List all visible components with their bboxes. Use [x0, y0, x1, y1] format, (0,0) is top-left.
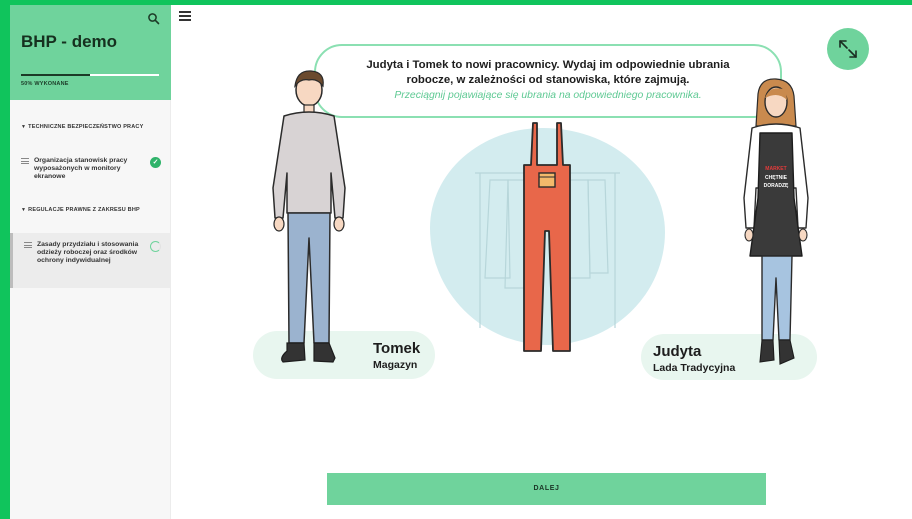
hamburger-menu-icon[interactable]: [179, 11, 191, 21]
apron-brand-text: MARKET: [765, 166, 786, 172]
worker-name-tomek: Tomek: [373, 340, 421, 357]
sidebar-item-workwear-rules[interactable]: Zasady przydziału i stosowania odzieży r…: [10, 233, 171, 288]
expand-button[interactable]: [827, 28, 869, 70]
progress-ring-icon: [150, 241, 161, 252]
apron-line-1: CHĘTNIE: [765, 175, 788, 181]
course-progress-label: 50% WYKONANE: [21, 81, 69, 87]
draggable-overalls[interactable]: [519, 121, 575, 355]
sidebar-section-label: TECHNICZNE BEZPIECZEŃSTWO PRACY: [28, 124, 144, 130]
expand-arrows-icon: [839, 40, 857, 58]
caret-down-icon: ▼: [21, 207, 27, 213]
instruction-line-1: Judyta i Tomek to nowi pracownicy. Wydaj…: [366, 59, 730, 71]
instruction-line-2: robocze, w zależności od stanowiska, któ…: [406, 74, 690, 86]
worker-role-tomek: Magazyn: [373, 359, 418, 371]
course-title: BHP - demo: [21, 32, 118, 51]
caret-down-icon: ▼: [21, 124, 27, 130]
sidebar-item-workstation-organization[interactable]: Organizacja stanowisk pracy wyposażonych…: [10, 157, 171, 181]
sidebar-item-label: Zasady przydziału i stosowania odzieży r…: [37, 241, 139, 264]
sidebar-section-technical-safety[interactable]: ▼ TECHNICZNE BEZPIECZEŃSTWO PRACY: [21, 124, 151, 131]
lesson-lines-icon: [21, 158, 29, 164]
apron-line-2: DORADZĘ: [764, 183, 789, 189]
overalls-icon: [523, 122, 571, 352]
course-sidebar: BHP - demo 50% WYKONANE ▼ TECHNICZNE BEZP…: [10, 5, 171, 519]
instruction-bubble: Judyta i Tomek to nowi pracownicy. Wydaj…: [314, 44, 782, 118]
course-progress-bar: [21, 74, 159, 76]
worker-role-judyta: Lada Tradycyjna: [653, 362, 736, 374]
next-button[interactable]: DALEJ: [327, 473, 766, 505]
tomek-figure: [259, 68, 359, 371]
check-circle-icon: ✓: [150, 157, 161, 168]
judyta-figure: MARKET CHĘTNIE DORADZĘ: [736, 78, 812, 376]
sidebar-header: BHP - demo 50% WYKONANE: [10, 5, 171, 100]
lesson-lines-icon: [24, 242, 32, 248]
search-icon[interactable]: [147, 12, 161, 26]
drag-hint: Przeciągnij pojawiające się ubrania na o…: [394, 90, 702, 101]
sidebar-item-label: Organizacja stanowisk pracy wyposażonych…: [34, 157, 128, 180]
lesson-frame: BHP - demo 50% WYKONANE ▼ TECHNICZNE BEZP…: [10, 5, 912, 519]
sidebar-section-label: REGULACJE PRAWNE Z ZAKRESU BHP: [28, 207, 140, 213]
course-progress-fill: [21, 74, 90, 76]
worker-name-judyta: Judyta: [653, 343, 702, 360]
sidebar-section-legal-regulations[interactable]: ▼ REGULACJE PRAWNE Z ZAKRESU BHP: [21, 207, 151, 214]
